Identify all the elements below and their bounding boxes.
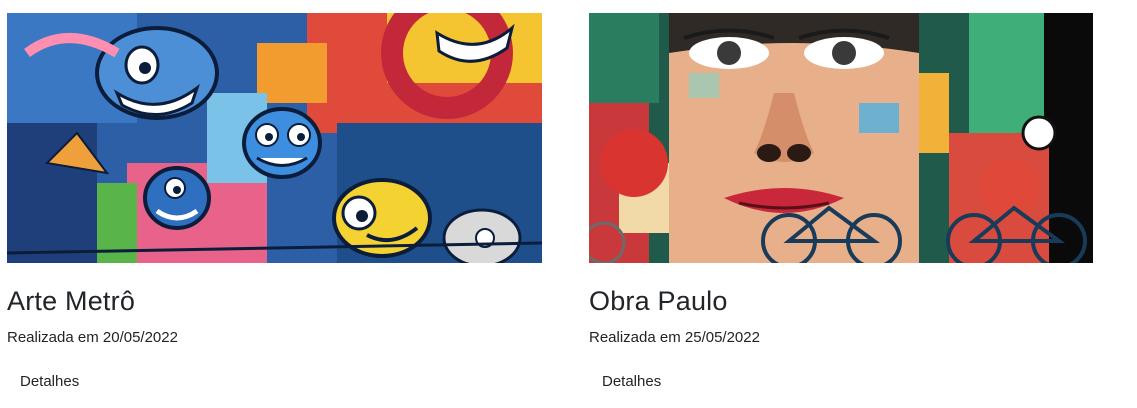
card-date: Realizada em 20/05/2022 <box>7 329 178 346</box>
mural-illustration <box>589 13 1093 263</box>
details-link[interactable]: Detalhes <box>602 372 661 392</box>
graffiti-image <box>7 13 542 263</box>
card-title: Arte Metrô <box>7 286 136 316</box>
art-card-obra-paulo: Obra Paulo Realizada em 25/05/2022 Detal… <box>589 13 1093 392</box>
gallery-grid: Arte Metrô Realizada em 20/05/2022 Detal… <box>0 0 1137 408</box>
card-title: Obra Paulo <box>589 286 728 316</box>
art-card-arte-metro: Arte Metrô Realizada em 20/05/2022 Detal… <box>7 13 542 392</box>
details-link[interactable]: Detalhes <box>20 372 79 392</box>
graffiti-illustration <box>7 13 542 263</box>
card-date: Realizada em 25/05/2022 <box>589 329 760 346</box>
mural-image <box>589 13 1093 263</box>
